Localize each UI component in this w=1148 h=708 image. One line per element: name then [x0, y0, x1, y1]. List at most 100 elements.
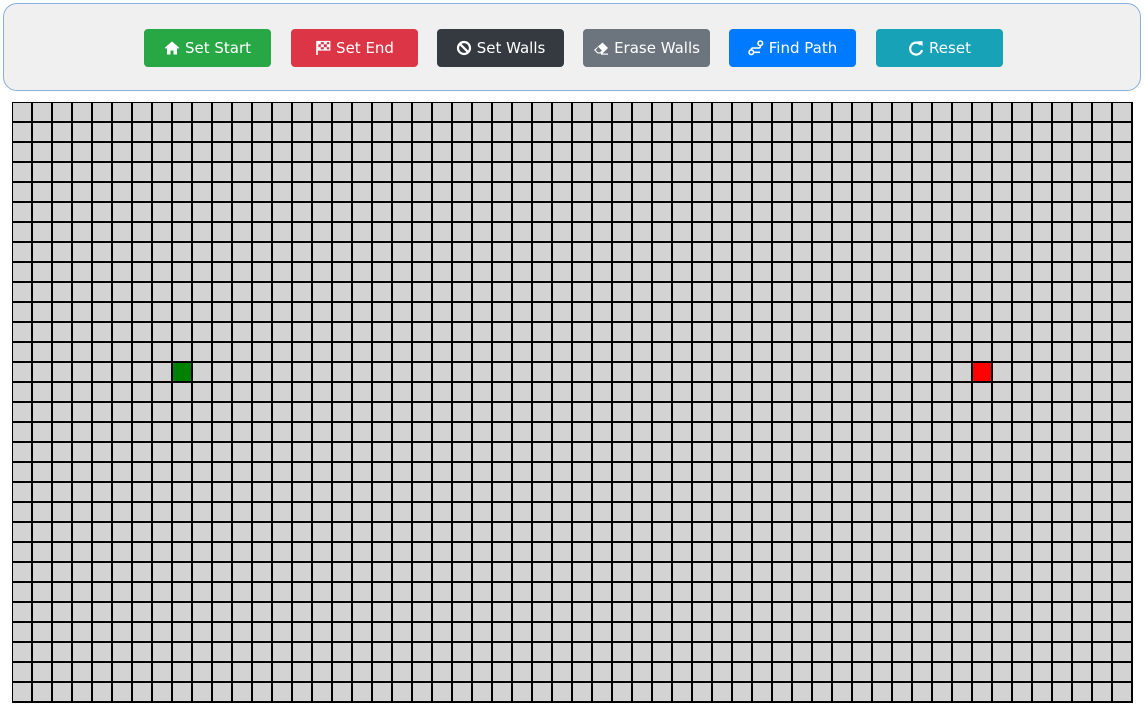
- grid-cell[interactable]: [633, 143, 653, 163]
- grid-cell[interactable]: [393, 563, 413, 583]
- grid-cell[interactable]: [873, 603, 893, 623]
- grid-cell[interactable]: [233, 323, 253, 343]
- grid-cell[interactable]: [273, 343, 293, 363]
- grid-cell[interactable]: [1113, 623, 1133, 643]
- grid-cell[interactable]: [653, 283, 673, 303]
- grid-cell[interactable]: [433, 563, 453, 583]
- grid-cell[interactable]: [373, 163, 393, 183]
- grid-cell[interactable]: [173, 643, 193, 663]
- grid-cell[interactable]: [853, 103, 873, 123]
- grid-cell[interactable]: [213, 323, 233, 343]
- grid-cell[interactable]: [713, 523, 733, 543]
- grid-cell[interactable]: [933, 583, 953, 603]
- grid-cell[interactable]: [913, 183, 933, 203]
- grid-cell[interactable]: [713, 543, 733, 563]
- grid-cell[interactable]: [1013, 183, 1033, 203]
- grid-cell[interactable]: [433, 583, 453, 603]
- grid-cell[interactable]: [593, 383, 613, 403]
- grid-cell[interactable]: [153, 523, 173, 543]
- grid-cell[interactable]: [573, 403, 593, 423]
- grid-cell[interactable]: [793, 523, 813, 543]
- grid-cell[interactable]: [953, 103, 973, 123]
- grid-cell[interactable]: [573, 643, 593, 663]
- grid-cell[interactable]: [673, 363, 693, 383]
- grid-cell[interactable]: [193, 343, 213, 363]
- grid-cell[interactable]: [193, 163, 213, 183]
- grid-cell[interactable]: [1113, 583, 1133, 603]
- grid-cell[interactable]: [613, 583, 633, 603]
- grid-cell[interactable]: [733, 603, 753, 623]
- grid-cell[interactable]: [573, 603, 593, 623]
- grid-cell[interactable]: [933, 563, 953, 583]
- grid-cell[interactable]: [373, 143, 393, 163]
- grid-cell[interactable]: [13, 243, 33, 263]
- grid-cell[interactable]: [373, 683, 393, 703]
- grid-cell[interactable]: [1033, 663, 1053, 683]
- grid-cell[interactable]: [333, 603, 353, 623]
- grid-cell[interactable]: [473, 663, 493, 683]
- grid-cell[interactable]: [193, 483, 213, 503]
- grid-cell[interactable]: [393, 203, 413, 223]
- grid-cell[interactable]: [653, 423, 673, 443]
- grid-cell[interactable]: [753, 183, 773, 203]
- grid-cell[interactable]: [753, 143, 773, 163]
- grid-cell[interactable]: [1033, 463, 1053, 483]
- grid-cell[interactable]: [433, 323, 453, 343]
- grid-cell[interactable]: [813, 303, 833, 323]
- grid-cell[interactable]: [513, 623, 533, 643]
- grid-cell[interactable]: [313, 163, 333, 183]
- grid-cell[interactable]: [573, 203, 593, 223]
- grid-cell[interactable]: [1113, 683, 1133, 703]
- grid-cell[interactable]: [1053, 203, 1073, 223]
- grid-cell[interactable]: [953, 343, 973, 363]
- grid-cell[interactable]: [493, 343, 513, 363]
- grid-cell[interactable]: [353, 543, 373, 563]
- grid-cell[interactable]: [1073, 483, 1093, 503]
- grid-cell[interactable]: [1033, 363, 1053, 383]
- grid-cell[interactable]: [353, 323, 373, 343]
- grid-cell[interactable]: [633, 483, 653, 503]
- grid-cell[interactable]: [193, 443, 213, 463]
- grid-cell[interactable]: [553, 563, 573, 583]
- grid-cell[interactable]: [613, 243, 633, 263]
- grid-cell[interactable]: [853, 443, 873, 463]
- grid-cell[interactable]: [373, 663, 393, 683]
- grid-cell[interactable]: [1093, 623, 1113, 643]
- grid-cell[interactable]: [793, 563, 813, 583]
- grid-cell[interactable]: [353, 503, 373, 523]
- grid-cell[interactable]: [213, 303, 233, 323]
- grid-cell[interactable]: [453, 363, 473, 383]
- grid-cell[interactable]: [893, 303, 913, 323]
- grid-cell[interactable]: [953, 403, 973, 423]
- grid-cell[interactable]: [673, 443, 693, 463]
- grid-cell[interactable]: [593, 583, 613, 603]
- grid-cell[interactable]: [893, 443, 913, 463]
- grid-cell[interactable]: [1113, 443, 1133, 463]
- grid-cell[interactable]: [73, 383, 93, 403]
- grid-cell[interactable]: [333, 423, 353, 443]
- grid-cell[interactable]: [973, 643, 993, 663]
- grid-cell[interactable]: [1013, 283, 1033, 303]
- grid-cell[interactable]: [1013, 123, 1033, 143]
- grid-cell[interactable]: [573, 463, 593, 483]
- grid-cell[interactable]: [233, 263, 253, 283]
- grid-cell[interactable]: [553, 183, 573, 203]
- grid-cell[interactable]: [693, 603, 713, 623]
- grid-cell[interactable]: [853, 663, 873, 683]
- grid-cell[interactable]: [393, 123, 413, 143]
- grid-cell[interactable]: [933, 543, 953, 563]
- grid-cell[interactable]: [253, 543, 273, 563]
- grid-cell[interactable]: [233, 463, 253, 483]
- grid-cell[interactable]: [653, 583, 673, 603]
- grid-cell[interactable]: [893, 263, 913, 283]
- grid-cell[interactable]: [153, 183, 173, 203]
- grid-cell[interactable]: [593, 263, 613, 283]
- grid-cell[interactable]: [113, 563, 133, 583]
- grid-cell[interactable]: [533, 543, 553, 563]
- grid-cell[interactable]: [633, 663, 653, 683]
- grid-cell[interactable]: [753, 463, 773, 483]
- grid-cell[interactable]: [373, 183, 393, 203]
- grid-cell[interactable]: [373, 543, 393, 563]
- grid-cell[interactable]: [293, 543, 313, 563]
- grid-cell[interactable]: [273, 363, 293, 383]
